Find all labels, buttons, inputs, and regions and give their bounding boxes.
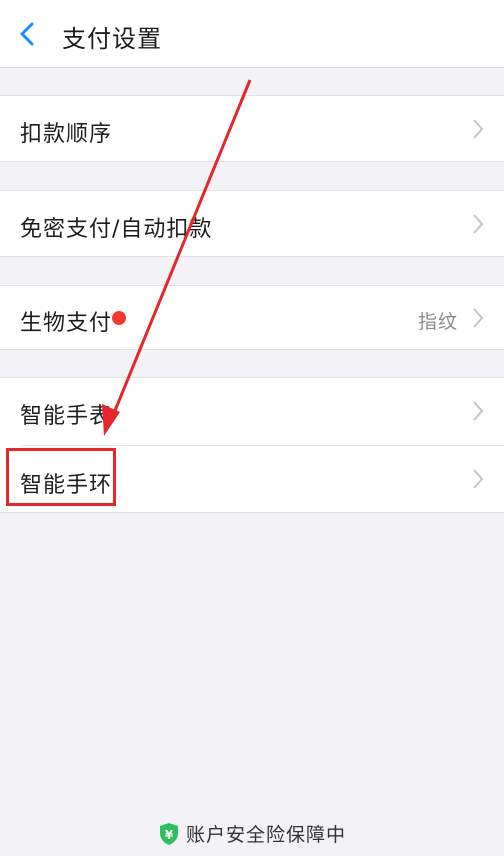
menu-item-biometric-payment[interactable]: 生物支付 指纹 [0, 285, 504, 350]
menu-item-smart-band[interactable]: 智能手环 [0, 446, 504, 512]
menu-item-label: 生物支付 [20, 311, 113, 336]
menu-item-password-free-payment[interactable]: 免密支付/自动扣款 [0, 190, 504, 257]
chevron-right-icon [473, 119, 484, 139]
menu-item-deduction-order[interactable]: 扣款顺序 [0, 95, 504, 162]
svg-text:¥: ¥ [165, 828, 174, 842]
shield-icon: ¥ [159, 822, 178, 845]
payment-settings-page: 支付设置 扣款顺序 免密支付/自动扣款 生物支付 指纹 智能手表 智能手环 ¥ … [0, 0, 504, 856]
chevron-right-icon [473, 469, 484, 489]
notification-dot [112, 311, 126, 325]
menu-item-label: 免密支付/自动扣款 [20, 217, 213, 242]
menu-item-smart-watch[interactable]: 智能手表 [0, 378, 504, 445]
menu-item-label: 扣款顺序 [20, 122, 113, 147]
footer: ¥ 账户安全险保障中 [0, 820, 504, 850]
menu-item-label: 智能手环 [20, 473, 113, 498]
back-button[interactable] [8, 14, 52, 54]
chevron-right-icon [473, 214, 484, 234]
biometric-value: 指纹 [417, 311, 458, 333]
chevron-right-icon [473, 401, 484, 421]
menu-item-label: 智能手表 [20, 404, 113, 429]
page-title: 支付设置 [62, 25, 162, 53]
chevron-right-icon [473, 308, 484, 328]
smart-devices-group: 智能手表 智能手环 [0, 377, 504, 513]
security-status-text: 账户安全险保障中 [185, 824, 346, 846]
chevron-left-icon [20, 22, 34, 46]
navigation-bar: 支付设置 [0, 0, 504, 68]
